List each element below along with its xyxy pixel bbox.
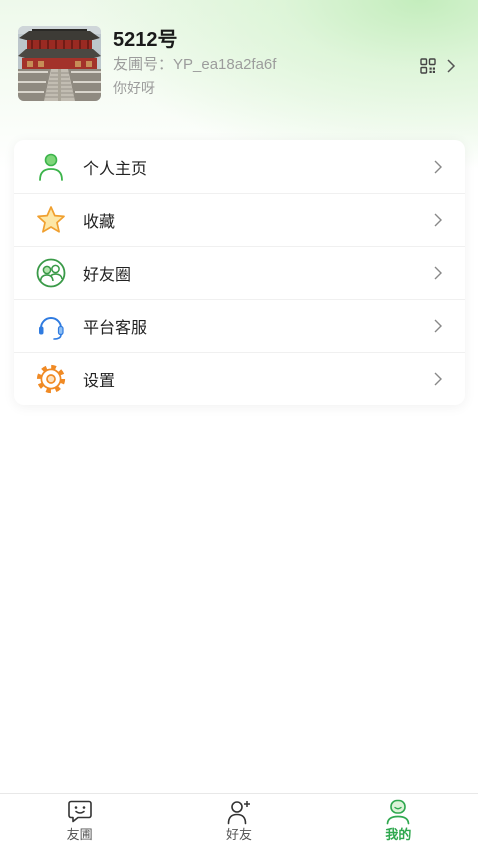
menu-item-label: 设置 <box>83 373 116 390</box>
friends-circle-icon <box>36 258 66 288</box>
menu-item-label: 个人主页 <box>83 160 148 178</box>
tab-label: 我的 <box>385 827 412 842</box>
chevron-right-icon <box>434 266 442 280</box>
profile-name: 5212号 <box>113 29 178 51</box>
menu-item-favorites[interactable]: 收藏 <box>14 193 465 246</box>
profile-header[interactable]: 5212号 友圃号：YP_ea18a2fa6f 你好呀 <box>0 0 478 120</box>
chevron-right-icon <box>434 213 442 227</box>
tab-me[interactable]: 我的 <box>319 794 478 850</box>
tab-label: 好友 <box>225 827 252 842</box>
tab-label: 友圃 <box>66 827 93 842</box>
menu-item-friends-circle[interactable]: 好友圈 <box>14 246 465 299</box>
profile-id: 友圃号：YP_ea18a2fa6f <box>113 56 277 73</box>
person-add-icon <box>227 801 250 825</box>
qr-code-icon <box>420 58 436 74</box>
profile-bio: 你好呀 <box>113 80 155 96</box>
bottom-tab-bar: 友圃 好友 我的 <box>0 793 478 850</box>
chevron-right-icon <box>447 59 456 73</box>
menu-item-label: 收藏 <box>83 214 116 231</box>
chevron-right-icon <box>434 372 442 386</box>
star-icon <box>37 206 65 233</box>
menu-item-customer-service[interactable]: 平台客服 <box>14 299 465 352</box>
chevron-right-icon <box>434 160 442 173</box>
profile-icon <box>386 799 410 825</box>
menu-item-label: 平台客服 <box>83 320 148 337</box>
gear-icon <box>36 364 66 394</box>
tab-youpu[interactable]: 友圃 <box>0 794 159 850</box>
chevron-right-icon <box>434 319 442 333</box>
chat-face-icon <box>67 800 92 823</box>
tab-friends[interactable]: 好友 <box>159 794 318 850</box>
menu-item-settings[interactable]: 设置 <box>14 352 465 405</box>
avatar[interactable] <box>18 26 101 101</box>
qr-code-button[interactable] <box>420 56 460 76</box>
headset-icon <box>39 317 64 340</box>
menu-card: 个人主页 收藏 好友圈 平台客服 设置 <box>14 140 465 405</box>
person-icon <box>39 153 63 181</box>
menu-item-profile-page[interactable]: 个人主页 <box>14 140 465 193</box>
menu-item-label: 好友圈 <box>83 267 132 284</box>
